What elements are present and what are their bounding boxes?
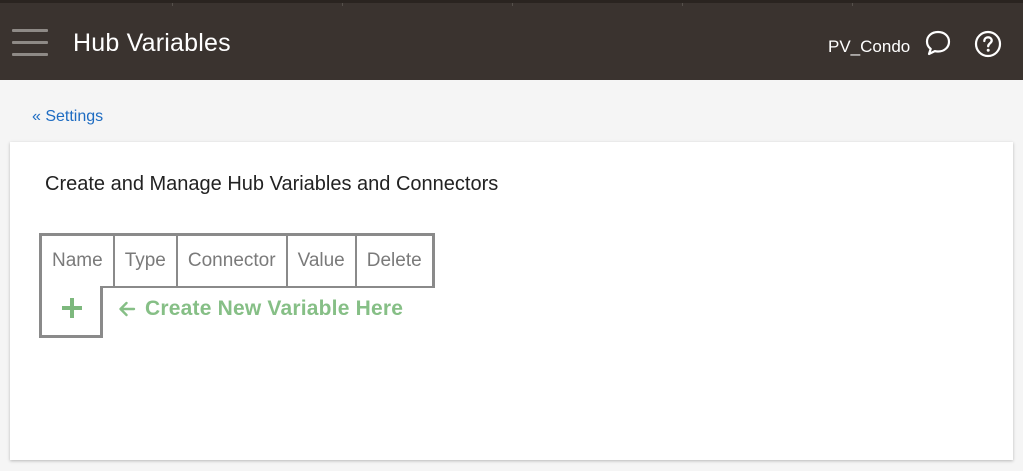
hamburger-menu-icon[interactable] [12,29,48,57]
table-header-row: Name Type Connector Value Delete [38,233,435,288]
page-title: Hub Variables [73,29,231,57]
tab-divider [852,3,853,6]
tab-divider [682,3,683,6]
column-header-delete: Delete [354,233,435,288]
create-variable-hint: Create New Variable Here [118,297,403,321]
column-header-type: Type [112,233,178,288]
help-circle-icon[interactable] [974,30,1002,58]
tab-divider [172,3,173,6]
variables-card: Create and Manage Hub Variables and Conn… [10,142,1013,460]
arrow-left-icon [119,301,136,317]
top-app-bar: Hub Variables PV_Condo [0,0,1023,80]
column-header-value: Value [285,233,357,288]
card-heading: Create and Manage Hub Variables and Conn… [45,173,499,195]
tab-divider [342,3,343,6]
variables-table: Name Type Connector Value Delete [38,233,435,288]
column-header-name: Name [38,233,115,288]
tab-divider [512,3,513,6]
chat-bubble-icon[interactable] [924,29,952,57]
column-header-connector: Connector [175,233,288,288]
breadcrumb-settings-link[interactable]: « Settings [32,108,103,126]
hub-name[interactable]: PV_Condo [828,37,910,57]
hint-text: Create New Variable Here [145,297,404,320]
add-variable-button[interactable] [39,286,103,338]
